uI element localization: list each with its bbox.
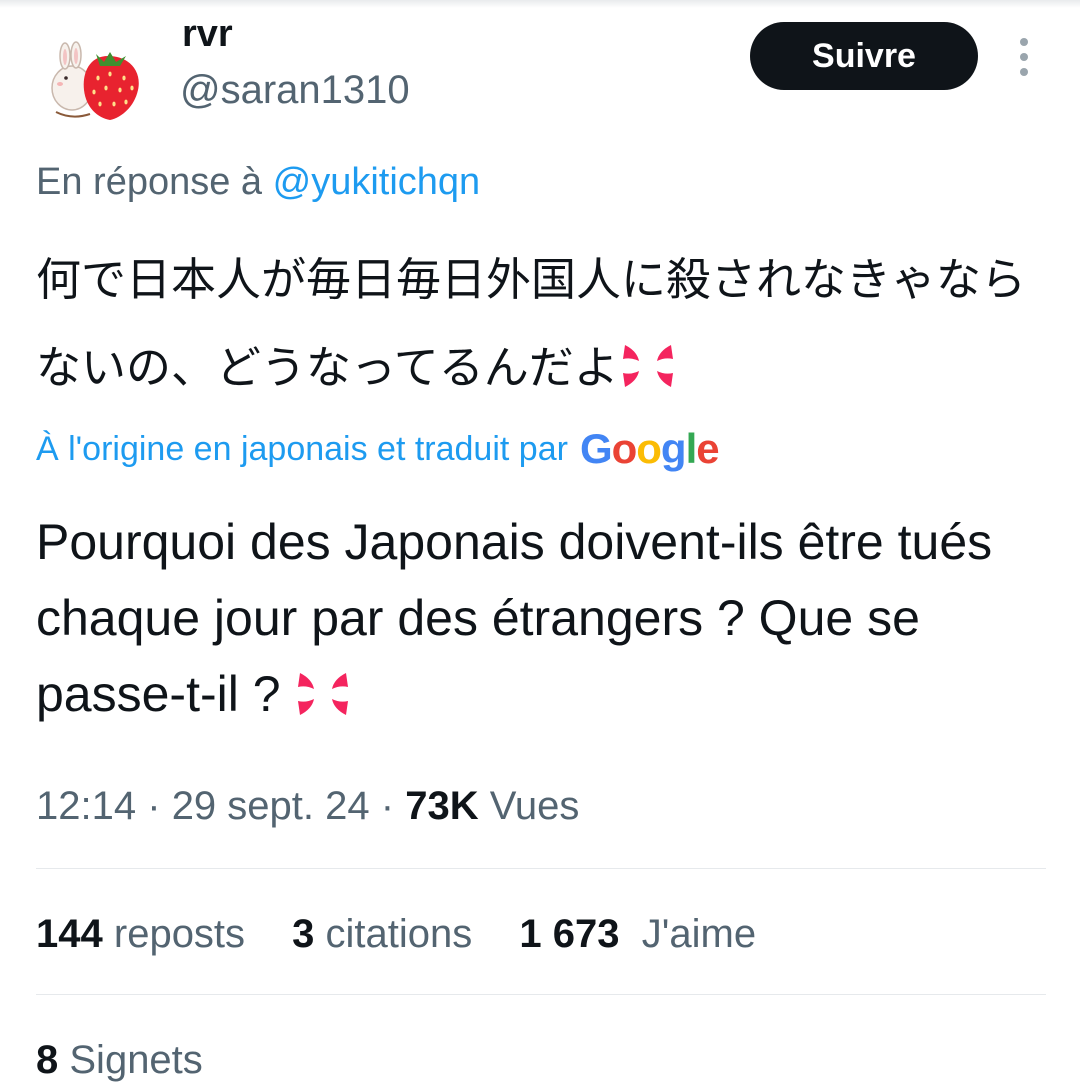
meta-separator: · — [147, 784, 161, 828]
divider — [36, 868, 1046, 869]
anger-symbol-icon — [294, 664, 352, 715]
likes-count: 1 673 — [519, 912, 620, 956]
quotes-count: 3 — [292, 912, 315, 956]
likes-stat[interactable]: 1 673 J'aime — [519, 912, 756, 956]
quotes-stat[interactable]: 3 citations — [292, 912, 472, 956]
more-options-button[interactable] — [1004, 30, 1044, 86]
likes-label: J'aime — [641, 912, 757, 956]
divider — [36, 994, 1046, 995]
reposts-stat[interactable]: 144 reposts — [36, 912, 245, 956]
vertical-ellipsis-icon — [1020, 38, 1028, 76]
reposts-count: 144 — [36, 912, 103, 956]
translation-attribution[interactable]: À l'origine en japonais et traduit par G… — [36, 425, 720, 472]
reply-prefix: En réponse à — [36, 161, 263, 203]
bookmarks-count: 8 — [36, 1038, 59, 1082]
bookmarks-stat[interactable]: 8 Signets — [36, 1032, 203, 1088]
views-label: Vues — [489, 784, 580, 828]
engagement-stats: 144 reposts 3 citations 1 673 J'aime — [36, 906, 792, 962]
meta-separator: · — [380, 784, 395, 828]
google-logo: Google — [579, 425, 720, 472]
author-handle[interactable]: @saran1310 — [180, 66, 410, 114]
tweet-meta: 12:14 · 29 sept. 24 · 73K Vues — [36, 780, 579, 832]
author-avatar[interactable] — [38, 26, 148, 136]
tweet-translated-text: Pourquoi des Japonais doivent-ils être t… — [36, 504, 1046, 732]
bookmarks-label: Signets — [69, 1038, 203, 1082]
views-count: 73K — [405, 784, 479, 828]
tweet-date[interactable]: 29 sept. 24 — [172, 784, 370, 828]
follow-button[interactable]: Suivre — [750, 22, 978, 90]
strawberry-bunny-avatar-icon — [51, 41, 139, 120]
reposts-label: reposts — [113, 912, 246, 956]
reply-mention-link[interactable]: @yukitichqn — [273, 161, 481, 203]
tweet-original-text: 何で日本人が毎日毎日外国人に殺されなきゃならないの、どうなってるんだよ — [36, 236, 1026, 412]
tweet-original-text-content: 何で日本人が毎日毎日外国人に殺されなきゃならないの、どうなってるんだよ — [36, 253, 1027, 394]
translation-note: À l'origine en japonais et traduit par — [36, 430, 568, 468]
reply-context: En réponse à @yukitichqn — [36, 158, 480, 206]
top-edge-shadow — [0, 0, 1080, 8]
anger-symbol-icon — [619, 332, 677, 387]
tweet-time[interactable]: 12:14 — [36, 784, 136, 828]
quotes-label: citations — [325, 912, 473, 956]
tweet-translated-text-content: Pourquoi des Japonais doivent-ils être t… — [36, 514, 993, 722]
author-display-name[interactable]: rvr — [182, 12, 233, 56]
